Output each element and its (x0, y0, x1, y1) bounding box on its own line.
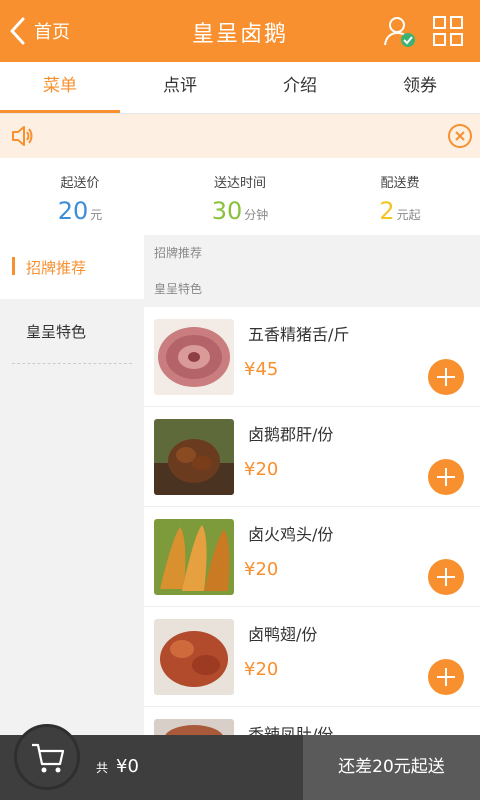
delivery-fee-value: 2 (379, 197, 395, 225)
min-order-value: 20 (57, 197, 89, 225)
grid-menu-icon[interactable] (431, 14, 465, 48)
cart-button[interactable] (14, 724, 80, 790)
checkout-button[interactable]: 还差20元起送 (303, 735, 480, 800)
add-circle-icon[interactable] (428, 459, 464, 495)
list-item[interactable]: 卤火鸡头/份 ¥20 (144, 507, 480, 607)
dish-thumbnail (154, 619, 234, 695)
menu-list: 招牌推荐 皇呈特色 五香精猪舌/斤 ¥45 卤鹅郡肝/份 ¥20 卤火鸡头/份 … (144, 235, 480, 800)
close-icon[interactable] (447, 123, 473, 149)
delivery-time-value: 30 (211, 197, 243, 225)
cart-total: 共 ¥0 (96, 756, 139, 777)
dish-price: ¥20 (244, 459, 279, 480)
tab-reviews[interactable]: 点评 (120, 62, 240, 113)
min-order-label: 起送价 (60, 176, 100, 191)
notice-bar (0, 114, 480, 158)
delivery-time-label: 送达时间 (213, 176, 266, 191)
user-favorite-icon[interactable] (383, 14, 417, 48)
tab-intro[interactable]: 介绍 (240, 62, 360, 113)
dish-name: 卤火鸡头/份 (248, 525, 334, 544)
cart-total-prefix: 共 (96, 761, 109, 775)
add-circle-icon[interactable] (428, 559, 464, 595)
category-sidebar: 招牌推荐 皇呈特色 (0, 235, 144, 800)
add-circle-icon[interactable] (428, 659, 464, 695)
dish-price: ¥20 (244, 559, 279, 580)
sidebar-item-specialty[interactable]: 皇呈特色 (0, 299, 144, 363)
sidebar-item-signature[interactable]: 招牌推荐 (0, 235, 144, 299)
tab-bar: 菜单 点评 介绍 领券 (0, 62, 480, 114)
dish-name: 卤鹅郡肝/份 (248, 425, 334, 444)
sidebar-divider (12, 363, 132, 364)
dish-thumbnail (154, 319, 234, 395)
delivery-time-unit: 分钟 (244, 208, 269, 222)
dish-name: 五香精猪舌/斤 (248, 325, 350, 344)
header-bar: 首页 皇呈卤鹅 (0, 0, 480, 62)
delivery-time-info: 送达时间 30 分钟 (160, 158, 320, 235)
section-header-specialty: 皇呈特色 (144, 271, 480, 307)
delivery-fee-info: 配送费 2 元起 (320, 158, 480, 235)
section-header-signature: 招牌推荐 (144, 235, 480, 271)
delivery-fee-unit: 元起 (396, 208, 421, 222)
app-root: 首页 皇呈卤鹅 菜单 点评 介绍 领券 起送价 20 元 送达时间 30 分钟 … (0, 0, 480, 800)
add-circle-icon[interactable] (428, 359, 464, 395)
dish-thumbnail (154, 519, 234, 595)
min-order-info: 起送价 20 元 (0, 158, 160, 235)
cart-total-value: ¥0 (116, 756, 139, 777)
list-item[interactable]: 卤鹅郡肝/份 ¥20 (144, 407, 480, 507)
dish-name: 卤鸭翅/份 (248, 625, 318, 644)
dish-price: ¥45 (244, 359, 279, 380)
min-order-unit: 元 (90, 208, 103, 222)
tab-menu[interactable]: 菜单 (0, 62, 120, 113)
shopping-cart-icon (32, 743, 65, 773)
dish-thumbnail (154, 419, 234, 495)
dish-price: ¥20 (244, 659, 279, 680)
tab-coupons[interactable]: 领券 (360, 62, 480, 113)
list-item[interactable]: 五香精猪舌/斤 ¥45 (144, 307, 480, 407)
speaker-icon (12, 126, 33, 146)
delivery-info: 起送价 20 元 送达时间 30 分钟 配送费 2 元起 (0, 158, 480, 235)
delivery-fee-label: 配送费 (380, 176, 420, 191)
list-item[interactable]: 卤鸭翅/份 ¥20 (144, 607, 480, 707)
